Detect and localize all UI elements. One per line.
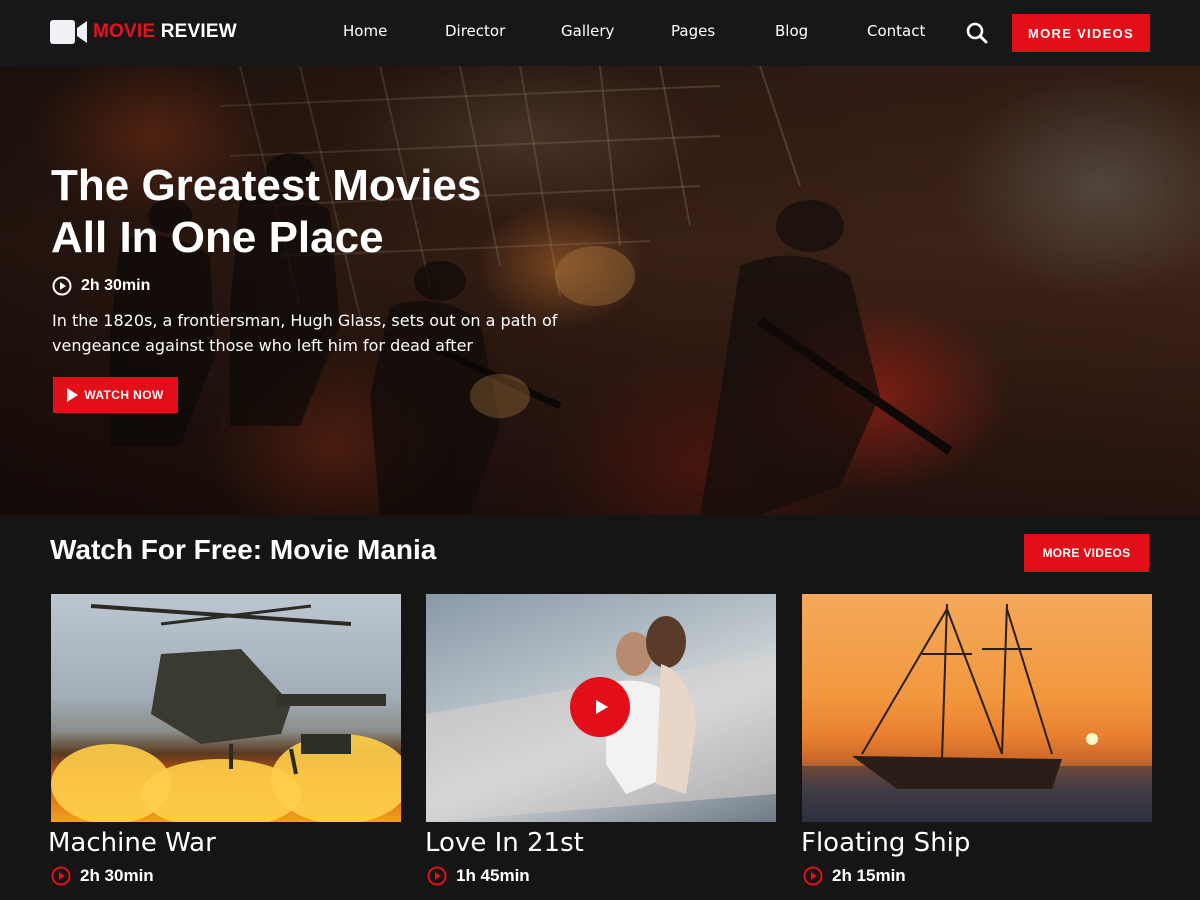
nav-link-director[interactable]: Director [445,22,505,40]
nav-link-pages[interactable]: Pages [671,22,715,40]
movie-thumbnail[interactable] [802,594,1152,822]
play-circle-icon [803,866,823,886]
hero-description: In the 1820s, a frontiersman, Hugh Glass… [52,311,558,355]
play-circle-icon [427,866,447,886]
play-circle-icon [52,276,72,296]
helicopter-image [51,604,401,822]
movie-title[interactable]: Floating Ship [801,828,970,858]
sailing-ship-image [802,603,1152,822]
hero-duration: 2h 30min [52,275,150,297]
hero-title-line-1: The Greatest Movies [51,161,482,210]
hero-banner: The Greatest Movies All In One Place 2h … [0,66,1200,515]
video-camera-icon [50,18,88,46]
section-more-videos-button[interactable]: MORE VIDEOS [1024,534,1149,572]
movie-duration: 1h 45min [427,865,530,887]
play-icon [596,700,608,714]
search-icon[interactable] [966,22,988,44]
brand-name-white: REVIEW [155,21,237,42]
nav-link-gallery[interactable]: Gallery [561,22,614,40]
movie-duration: 2h 30min [51,865,154,887]
movie-duration-text: 2h 15min [832,866,906,885]
top-navbar: MOVIE REVIEW Home Director Gallery Pages… [0,0,1200,66]
movie-thumbnail[interactable] [426,594,776,822]
brand-name-red: MOVIE [93,21,156,42]
brand-name: MOVIE REVIEW [93,21,237,43]
nav-link-blog[interactable]: Blog [775,22,808,40]
movie-duration-text: 2h 30min [80,866,154,885]
play-icon [67,388,79,402]
nav-link-contact[interactable]: Contact [867,22,925,40]
play-circle-icon [51,866,71,886]
movie-thumbnail[interactable] [51,594,401,822]
brand-logo[interactable]: MOVIE REVIEW [50,18,237,46]
hero-title: The Greatest Movies All In One Place [51,160,611,264]
movie-card-floating-ship[interactable]: Floating Ship 2h 15min [801,594,1152,886]
hero-title-line-2: All In One Place [51,213,384,262]
movie-duration: 2h 15min [803,865,906,887]
more-videos-button[interactable]: MORE VIDEOS [1012,14,1150,52]
movie-title[interactable]: Love In 21st [425,828,584,858]
movie-card-love-in-21st[interactable]: Love In 21st 1h 45min [425,594,776,886]
hero-overlay [0,66,1200,515]
play-button[interactable] [570,677,630,737]
movie-title[interactable]: Machine War [48,828,216,858]
watch-now-label: WATCH NOW [84,388,164,402]
hero-duration-text: 2h 30min [81,277,151,294]
movie-card-machine-war[interactable]: Machine War 2h 30min [48,594,401,886]
movie-duration-text: 1h 45min [456,866,530,885]
section-title: Watch For Free: Movie Mania [50,534,437,565]
watch-now-button[interactable]: WATCH NOW [53,377,178,413]
nav-link-home[interactable]: Home [343,22,387,40]
